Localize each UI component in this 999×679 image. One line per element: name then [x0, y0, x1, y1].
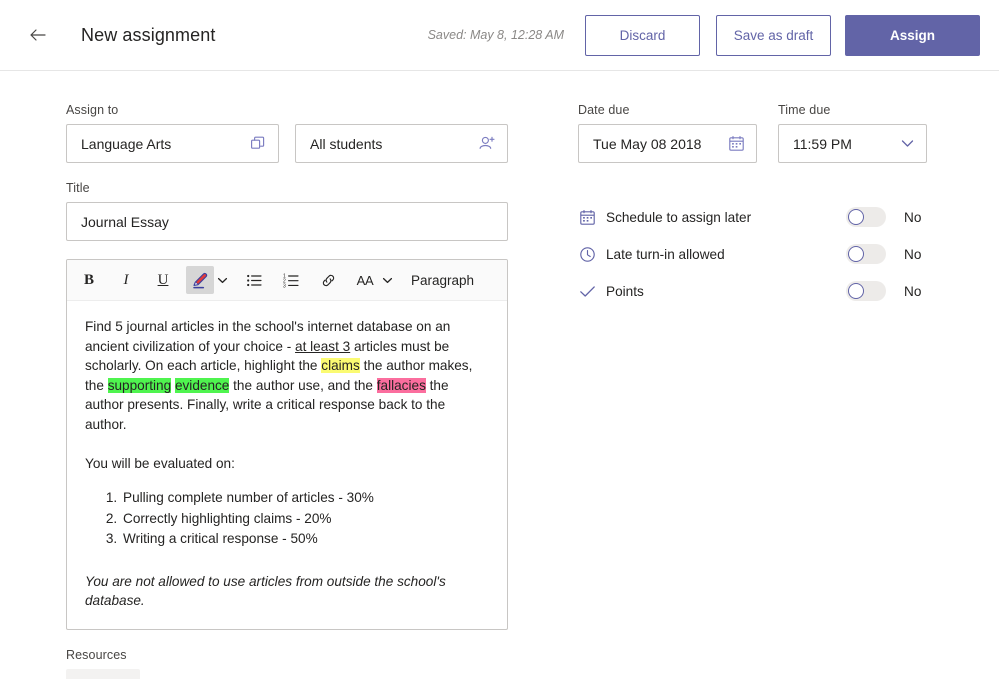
highlighter-icon: [191, 271, 210, 290]
option-schedule-to-assign-later: Schedule to assign later No: [578, 199, 938, 235]
option-label: Schedule to assign later: [606, 210, 751, 225]
underlined-text: at least 3: [295, 339, 350, 354]
schedule-later-toggle[interactable]: [846, 207, 886, 227]
due-datetime-row: Date due Tue May 08 2018: [578, 103, 938, 163]
assign-to-label: Assign to: [66, 103, 512, 117]
discard-button[interactable]: Discard: [585, 15, 700, 56]
duplicate-icon: [250, 135, 267, 152]
editor-toolbar: B I U: [67, 260, 507, 301]
time-due-value: 11:59 PM: [793, 136, 900, 152]
date-due-input[interactable]: Tue May 08 2018: [578, 124, 757, 163]
instructions-note: You are not allowed to use articles from…: [76, 572, 489, 611]
students-picker-value: All students: [310, 136, 478, 152]
right-column: Date due Tue May 08 2018: [578, 103, 938, 310]
class-picker-cell: Language Arts: [66, 124, 279, 163]
save-as-draft-button[interactable]: Save as draft: [716, 15, 831, 56]
instructions-paragraph-1: Find 5 journal articles in the school's …: [76, 317, 489, 435]
assignment-form: Assign to Language Arts All students: [0, 71, 999, 679]
toggle-knob: [848, 283, 864, 299]
numbered-list-button[interactable]: 1 2 3: [277, 266, 305, 294]
toggle-knob: [848, 246, 864, 262]
svg-text:3: 3: [283, 283, 286, 289]
instructions-paragraph-2: You will be evaluated on:: [76, 454, 489, 474]
highlight-green: supporting: [108, 378, 171, 393]
clock-icon: [578, 245, 596, 263]
list-item: Pulling complete number of articles - 30…: [121, 488, 489, 509]
option-label: Late turn-in allowed: [606, 247, 725, 262]
toggle-state-label: No: [904, 210, 938, 225]
time-due-cell: Time due 11:59 PM: [778, 103, 927, 163]
assign-button[interactable]: Assign: [845, 15, 980, 56]
instructions-editor: B I U: [66, 259, 508, 630]
title-input[interactable]: Journal Essay: [66, 202, 508, 241]
bulleted-list-button[interactable]: [240, 266, 268, 294]
students-picker-cell: All students: [295, 124, 508, 163]
list-item: Correctly highlighting claims - 20%: [121, 509, 489, 530]
highlight-pink: fallacies: [377, 378, 426, 393]
list-item: Writing a critical response - 50%: [121, 529, 489, 550]
chevron-down-icon: [900, 136, 915, 151]
font-size-dropdown[interactable]: [379, 266, 396, 294]
date-due-cell: Date due Tue May 08 2018: [578, 103, 757, 163]
calendar-icon: [728, 135, 745, 152]
option-control: No: [846, 244, 938, 264]
text-segment: the author use, and the: [229, 378, 376, 393]
title-input-value: Journal Essay: [81, 214, 496, 230]
toggle-knob: [848, 209, 864, 225]
chevron-down-icon: [382, 275, 393, 286]
back-button[interactable]: [22, 19, 54, 51]
arrow-left-icon: [28, 25, 48, 45]
title-label: Title: [66, 181, 512, 195]
numbered-list-icon: 1 2 3: [283, 272, 300, 289]
option-control: No: [846, 207, 938, 227]
add-resource-button[interactable]: Add: [66, 669, 140, 679]
criteria-list: Pulling complete number of articles - 30…: [76, 488, 489, 550]
option-label: Points: [606, 284, 644, 299]
option-points: Points No: [578, 273, 938, 309]
highlighter-button[interactable]: [186, 266, 214, 294]
paragraph-style-value: Paragraph: [411, 273, 474, 288]
resources-section: Resources Add: [66, 648, 512, 679]
paragraph-style-dropdown[interactable]: Paragraph: [405, 273, 508, 288]
instructions-body[interactable]: Find 5 journal articles in the school's …: [67, 301, 507, 629]
insert-link-button[interactable]: [314, 266, 342, 294]
highlight-green: evidence: [175, 378, 229, 393]
option-control: No: [846, 281, 938, 301]
underline-button[interactable]: U: [149, 266, 177, 294]
highlight-yellow: claims: [321, 358, 360, 373]
time-due-label: Time due: [778, 103, 927, 117]
bulleted-list-icon: [246, 272, 263, 289]
highlight-color-dropdown[interactable]: [214, 266, 231, 294]
students-picker[interactable]: All students: [295, 124, 508, 163]
resources-label: Resources: [66, 648, 512, 662]
chevron-down-icon: [217, 275, 228, 286]
saved-status: Saved: May 8, 12:28 AM: [428, 28, 585, 42]
toggle-state-label: No: [904, 247, 938, 262]
bold-button[interactable]: B: [75, 266, 103, 294]
app-header: New assignment Saved: May 8, 12:28 AM Di…: [0, 0, 999, 71]
class-picker-value: Language Arts: [81, 136, 250, 152]
left-column: Assign to Language Arts All students: [66, 103, 512, 679]
calendar-icon: [578, 208, 596, 226]
date-due-value: Tue May 08 2018: [593, 136, 728, 152]
italic-button[interactable]: I: [112, 266, 140, 294]
points-toggle[interactable]: [846, 281, 886, 301]
toggle-state-label: No: [904, 284, 938, 299]
assign-to-row: Language Arts All students: [66, 124, 512, 163]
font-size-button[interactable]: AA: [351, 266, 379, 294]
person-add-icon: [478, 135, 496, 153]
class-picker[interactable]: Language Arts: [66, 124, 279, 163]
assignment-options: Schedule to assign later No Late turn-in…: [578, 199, 938, 309]
late-turn-in-toggle[interactable]: [846, 244, 886, 264]
page-title: New assignment: [81, 25, 215, 46]
link-icon: [320, 272, 337, 289]
time-due-input[interactable]: 11:59 PM: [778, 124, 927, 163]
option-late-turn-in-allowed: Late turn-in allowed No: [578, 236, 938, 272]
check-icon: [578, 282, 596, 300]
date-due-label: Date due: [578, 103, 757, 117]
